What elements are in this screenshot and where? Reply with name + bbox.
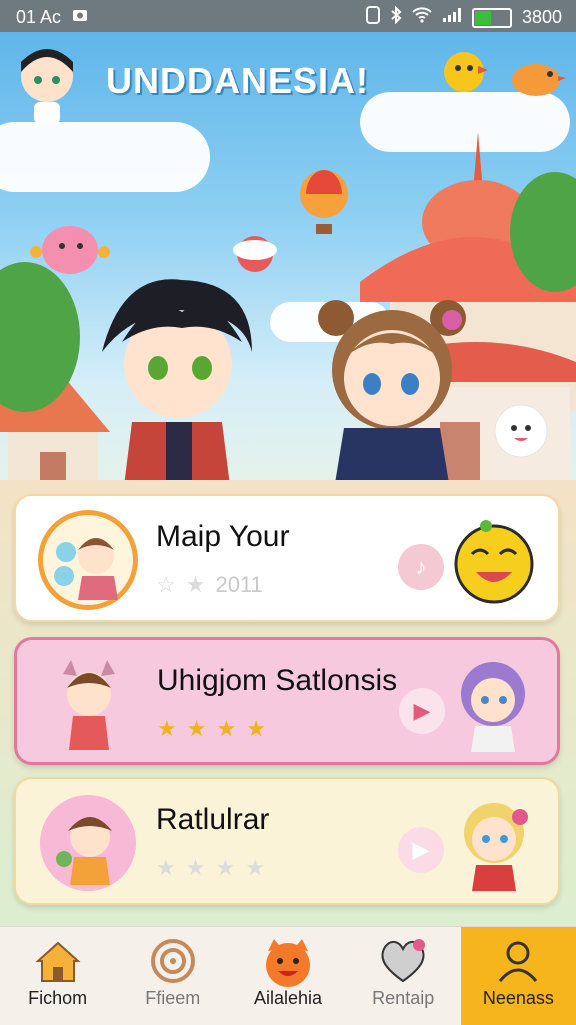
mascot-avatar[interactable]	[12, 42, 82, 128]
music-note-icon[interactable]: ♪	[398, 544, 444, 590]
nav-label: Ailalehia	[253, 988, 323, 1008]
nav-item-target[interactable]: Ffieem	[115, 927, 230, 1025]
nav-item-profile[interactable]: Neenass	[460, 927, 576, 1025]
nav-label: Rentaip	[372, 988, 435, 1008]
card-year: 2011	[215, 572, 263, 597]
status-bar: 01 Ac 3800	[0, 0, 576, 32]
battery-fill	[474, 10, 491, 25]
nfc-icon	[365, 6, 380, 29]
star-icon: ★	[216, 716, 237, 741]
status-time: 01 Ac	[16, 7, 62, 27]
nav-label: Fichom	[28, 988, 88, 1008]
nav-label: Neenass	[482, 988, 554, 1008]
card-title: Maip Your	[156, 520, 290, 553]
star-icon: ★	[246, 716, 266, 741]
star-icon: ★	[186, 716, 207, 741]
heart-icon	[381, 939, 426, 983]
card-title: Uhigjom Satlonsis	[157, 664, 398, 697]
star-icon: ★	[215, 855, 236, 880]
card-rating: ☆ ★ 2011	[156, 572, 263, 598]
card-rating: ★ ★ ★ ★	[157, 716, 266, 742]
nav-label: Ffieem	[145, 988, 201, 1008]
nav-item-heart[interactable]: Rentaip	[346, 927, 461, 1025]
orange-bird-icon	[512, 64, 566, 96]
card-avatar	[38, 510, 138, 610]
bluetooth-icon	[390, 5, 402, 29]
card-avatar	[40, 795, 136, 891]
card-avatar	[63, 660, 115, 750]
yellow-bird-icon	[444, 52, 488, 92]
bottom-navigation: Fichom Ffieem Ailalehia Rentaip Neenass	[0, 926, 576, 1025]
smiley-creature-icon	[454, 520, 534, 604]
purple-hair-character-icon	[461, 662, 525, 752]
home-icon	[34, 941, 81, 982]
cloud	[0, 122, 210, 192]
white-ghost-icon	[494, 404, 548, 458]
wifi-icon	[412, 7, 432, 28]
play-icon[interactable]: ▶	[399, 688, 445, 734]
list-item-card[interactable]: Uhigjom Satlonsis ★ ★ ★ ★ ▶	[14, 637, 560, 765]
blonde-character-icon	[464, 803, 528, 891]
cat-mascot-icon	[266, 939, 310, 987]
battery-icon	[471, 7, 512, 28]
girl-character	[318, 300, 466, 502]
star-icon: ★	[157, 716, 177, 741]
hot-air-balloon	[300, 170, 348, 234]
app-title: UNDDANESIA!	[106, 60, 369, 101]
target-icon	[150, 939, 195, 983]
star-icon: ★	[185, 572, 206, 597]
nav-item-mascot[interactable]: Ailalehia	[230, 927, 345, 1025]
list-item-card[interactable]: Maip Your ☆ ★ 2011 ♪	[14, 494, 560, 622]
star-icon: ★	[185, 855, 206, 880]
star-icon: ★	[245, 855, 265, 880]
signal-icon	[442, 7, 462, 28]
star-icon: ☆	[156, 572, 176, 597]
hero-banner: UNDDANESIA!	[0, 32, 576, 502]
list-item-card[interactable]: Ratlulrar ★ ★ ★ ★ ▶	[14, 777, 560, 905]
profile-icon	[499, 941, 538, 982]
card-rating: ★ ★ ★ ★	[156, 855, 265, 881]
status-right-text: 3800	[521, 7, 562, 27]
photo-icon	[71, 6, 89, 29]
nav-item-home[interactable]: Fichom	[0, 927, 115, 1025]
star-icon: ★	[156, 855, 176, 880]
play-icon[interactable]: ▶	[398, 827, 444, 873]
card-title: Ratlulrar	[156, 803, 270, 836]
boy-character	[102, 279, 252, 502]
